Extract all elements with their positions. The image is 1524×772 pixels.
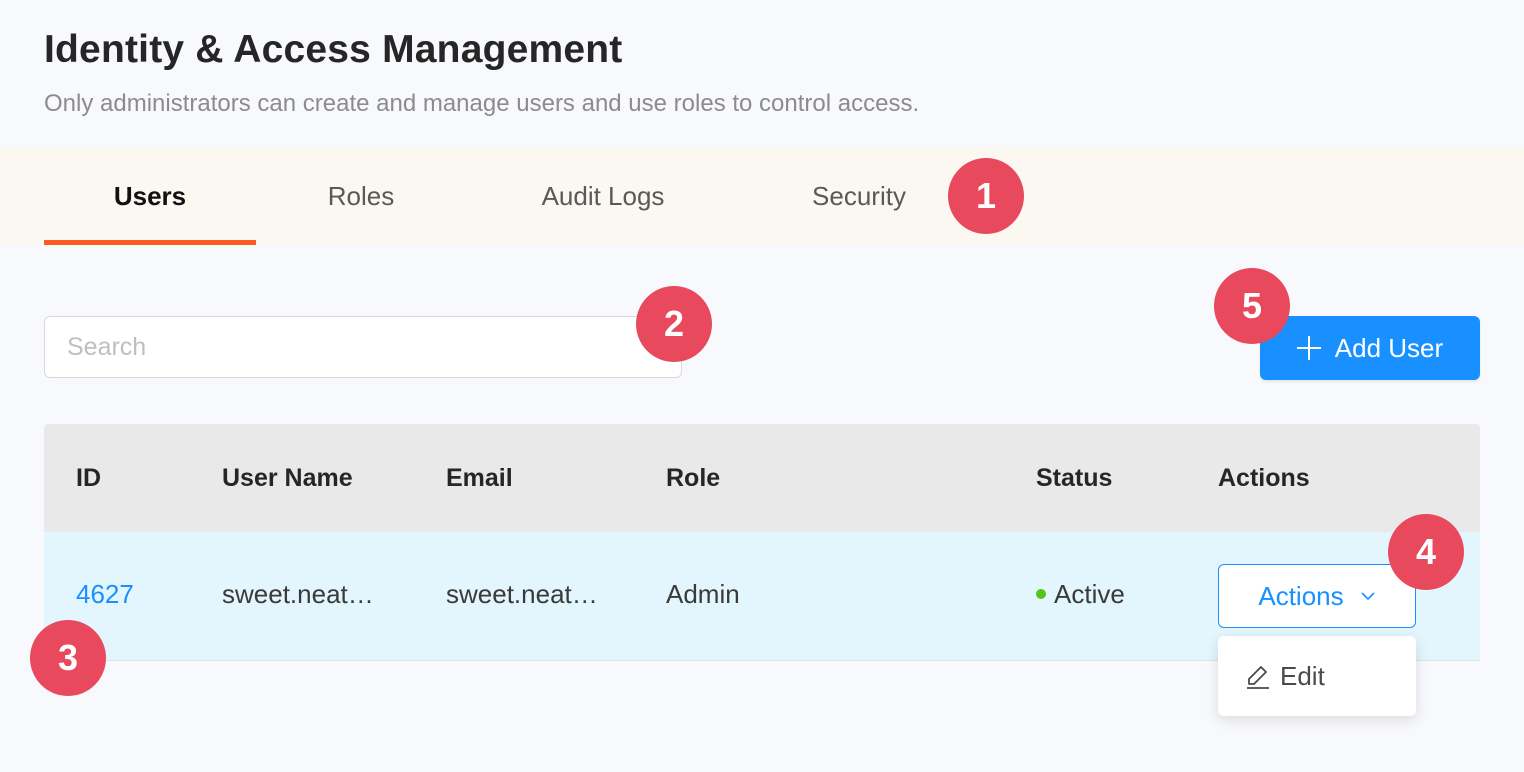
column-header-email: Email <box>446 464 513 492</box>
column-header-id: ID <box>76 464 101 492</box>
table-header: ID User Name Email Role Status Actions <box>44 424 1480 532</box>
tab-security[interactable]: Security <box>796 148 922 244</box>
add-user-button[interactable]: Add User <box>1260 316 1480 380</box>
menu-item-edit[interactable]: Edit <box>1218 636 1416 716</box>
role-cell: Admin <box>666 579 740 609</box>
actions-dropdown-menu: Edit <box>1218 636 1416 716</box>
email-cell: sweet.neat… <box>446 579 598 609</box>
annotation-badge-1: 1 <box>948 158 1024 234</box>
menu-item-edit-label: Edit <box>1280 660 1325 691</box>
search-input[interactable] <box>44 316 682 378</box>
annotation-badge-5: 5 <box>1214 268 1290 344</box>
column-header-status: Status <box>1036 464 1113 492</box>
tab-users[interactable]: Users <box>44 148 256 244</box>
active-tab-indicator <box>44 240 256 245</box>
actions-label: Actions <box>1258 580 1344 611</box>
edit-icon <box>1247 666 1269 689</box>
tab-roles[interactable]: Roles <box>300 148 422 244</box>
plus-icon <box>1296 336 1321 360</box>
actions-dropdown-button[interactable]: Actions <box>1218 564 1416 628</box>
page-subtitle: Only administrators can create and manag… <box>44 90 920 117</box>
column-header-user-name: User Name <box>222 464 353 492</box>
user-name-cell: sweet.neat… <box>222 579 374 609</box>
status-cell: Active <box>1036 532 1125 656</box>
status-dot-icon <box>1036 589 1046 600</box>
annotation-badge-2: 2 <box>636 286 712 362</box>
add-user-label: Add User <box>1334 332 1444 363</box>
page-title: Identity & Access Management <box>44 28 623 71</box>
tab-audit-logs[interactable]: Audit Logs <box>520 148 686 244</box>
chevron-down-icon <box>1361 592 1375 601</box>
column-header-role: Role <box>666 464 721 492</box>
tab-bar: Users Roles Audit Logs Security <box>0 148 1524 244</box>
column-header-actions: Actions <box>1218 464 1310 492</box>
annotation-badge-3: 3 <box>30 620 106 696</box>
status-label: Active <box>1054 579 1125 609</box>
annotation-badge-4: 4 <box>1388 514 1464 590</box>
